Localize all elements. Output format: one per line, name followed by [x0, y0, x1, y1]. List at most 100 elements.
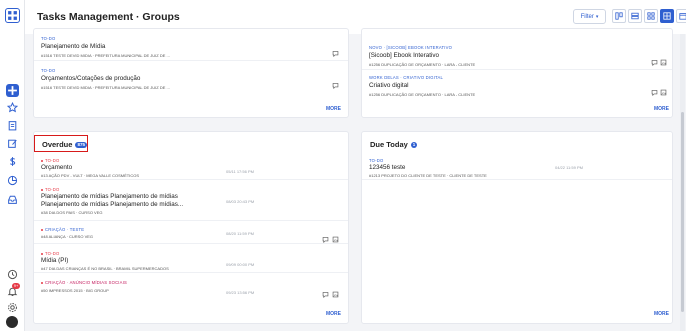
task-item[interactable]: TO-DO 123456 teste #1213 PROJETO DO CLIE…	[362, 155, 672, 180]
task-name: Planejamento de Mídia	[41, 43, 106, 50]
chevron-down-icon: ▾	[595, 13, 599, 20]
tag-text: CRIAÇÃO · ANÚNCIO MÍDIAS SOCIAIS	[45, 280, 128, 285]
more-link[interactable]: MORE	[326, 311, 341, 317]
comment-icon[interactable]	[322, 285, 329, 299]
task-project: #50 IMPRESSOS 2015 · BIG GROUP	[41, 288, 109, 293]
left-rail: 9+	[0, 0, 25, 331]
task-item[interactable]: TO-DO Planejamento de mídias Planejament…	[34, 184, 348, 221]
more-link[interactable]: MORE	[654, 106, 669, 112]
avatar[interactable]	[6, 316, 18, 328]
star-icon[interactable]	[6, 101, 19, 114]
overdue-dot	[41, 159, 43, 162]
overdue-dot	[41, 252, 43, 255]
due-date: 05/11 17:56 PM	[226, 169, 254, 174]
due-date: 09/09 00:00 PM	[226, 262, 255, 267]
task-status-tag: TO-DO	[41, 251, 59, 256]
task-name: Orçamentos/Cotações de produção	[41, 75, 141, 82]
tag-text: TO-DO	[45, 251, 60, 256]
task-project: #1256 DUPLICAÇÃO DE ORÇAMENTO · LARA - C…	[369, 62, 476, 67]
task-item[interactable]: NOVO · [SICOOB] EBOOK INTERATIVO [Sicoob…	[362, 42, 672, 70]
task-status-tag: TO-DO	[41, 36, 56, 41]
task-status-tag: WORK DELAS · CRIATIVO DIGITAL	[369, 75, 444, 80]
due-today-count-badge: 1	[410, 142, 418, 149]
task-project: #13 AÇÃO PDV - VULT · MEGA VALLE COSMÉTI…	[41, 173, 140, 178]
kanban-view-icon[interactable]	[612, 9, 626, 23]
task-name: [Sicoob] Ebook Interativo	[369, 52, 440, 59]
task-item[interactable]: TO-DO Mídia (PI) #47 DIA DAS CRIANÇAS É …	[34, 248, 348, 273]
due-date: 08/20 11:59 PM	[226, 231, 254, 236]
comment-icon[interactable]	[332, 76, 339, 90]
more-link[interactable]: MORE	[654, 311, 669, 317]
dollar-icon[interactable]	[6, 155, 19, 168]
overdue-dot	[41, 188, 43, 191]
due-date: 09/23 13:56 PM	[226, 290, 255, 295]
comment-icon[interactable]	[651, 53, 658, 67]
filter-label: Filter	[580, 13, 594, 20]
notification-badge: 9+	[12, 283, 20, 289]
app-logo-icon[interactable]	[5, 8, 20, 23]
chart-icon[interactable]	[6, 174, 19, 187]
task-project: #1256 DUPLICAÇÃO DE ORÇAMENTO · LARA - C…	[369, 92, 476, 97]
scrollbar-thumb[interactable]	[681, 112, 684, 312]
task-name: Orçamento	[41, 164, 73, 171]
task-item[interactable]: TO-DO Orçamentos/Cotações de produção #1…	[34, 65, 348, 93]
task-item[interactable]: WORK DELAS · CRIATIVO DIGITAL Criativo d…	[362, 72, 672, 100]
due-today-title: Due Today	[370, 140, 408, 149]
more-link[interactable]: MORE	[326, 106, 341, 112]
panel-top-left: TO-DO Planejamento de Mídia #1516 TESTE …	[33, 28, 349, 118]
panel-due-today: Due Today 1 TO-DO 123456 teste #1213 PROJ…	[361, 131, 673, 324]
comment-icon[interactable]	[651, 83, 658, 97]
overdue-dot	[41, 281, 43, 284]
panel-title: Due Today 1	[370, 140, 418, 149]
task-name: Planejamento de mídias Planejamento de m…	[41, 193, 178, 200]
comment-icon[interactable]	[322, 230, 329, 244]
list-view-icon[interactable]	[628, 9, 642, 23]
task-status-tag: NOVO · [SICOOB] EBOOK INTERATIVO	[369, 45, 453, 50]
task-project: #48 ALIANÇA · CURSO VEG	[41, 234, 94, 239]
tasks-icon[interactable]	[6, 119, 19, 132]
task-project: #47 DIA DAS CRIANÇAS É NO BRASIL · BRAMI…	[41, 266, 169, 271]
task-status-tag: CRIAÇÃO · ANÚNCIO MÍDIAS SOCIAIS	[41, 280, 127, 285]
page-title: Tasks Management · Groups	[37, 11, 180, 23]
task-name: Criativo digital	[369, 82, 409, 89]
task-name-line-2: Planejamento de mídias Planejamento de m…	[41, 201, 184, 208]
tag-text: TO-DO	[45, 158, 60, 163]
task-status-tag: CRIAÇÃO · TESTE	[41, 227, 84, 232]
add-icon[interactable]	[6, 84, 19, 97]
task-project: #1213 PROJETO DO CLIENTE DE TESTE · CLIE…	[369, 173, 487, 178]
attachment-icon[interactable]	[332, 230, 339, 243]
task-project: #38 DIA DOS PAIS · CURSO VEG	[41, 210, 103, 215]
groups-view-icon[interactable]	[660, 9, 674, 23]
task-name: Mídia (PI)	[41, 257, 69, 264]
comment-icon[interactable]	[332, 44, 339, 58]
settings-icon[interactable]	[6, 301, 19, 314]
inbox-icon[interactable]	[6, 193, 19, 206]
attachment-icon[interactable]	[660, 53, 667, 66]
attachment-icon[interactable]	[660, 83, 667, 96]
calendar-view-icon[interactable]	[676, 9, 686, 23]
task-status-tag: TO-DO	[41, 158, 59, 163]
due-date: 08/03 20:43 PM	[226, 199, 255, 204]
task-item[interactable]: CRIAÇÃO · TESTE #48 ALIANÇA · CURSO VEG …	[34, 224, 348, 244]
tag-text: CRIAÇÃO · TESTE	[45, 227, 85, 232]
grid-view-icon[interactable]	[644, 9, 658, 23]
tag-text: TO-DO	[45, 187, 60, 192]
view-switcher	[612, 9, 686, 23]
task-status-tag: TO-DO	[369, 158, 384, 163]
task-status-tag: TO-DO	[41, 68, 56, 73]
task-project: #1516 TESTE DEVID MIDIA · PREFEITURA MUN…	[41, 53, 170, 58]
edit-icon[interactable]	[6, 137, 19, 150]
due-date: 04/22 11:59 PM	[555, 165, 583, 170]
task-project: #1516 TESTE DEVID MIDIA · PREFEITURA MUN…	[41, 85, 170, 90]
overdue-dot	[41, 228, 43, 231]
task-name: 123456 teste	[369, 164, 406, 171]
filter-button[interactable]: Filter ▾	[573, 9, 606, 24]
clock-icon[interactable]	[6, 268, 19, 281]
task-item[interactable]: TO-DO Orçamento #13 AÇÃO PDV - VULT · ME…	[34, 155, 348, 180]
panel-top-right: NOVO · [SICOOB] EBOOK INTERATIVO [Sicoob…	[361, 28, 673, 118]
task-status-tag: TO-DO	[41, 187, 59, 192]
task-item[interactable]: CRIAÇÃO · ANÚNCIO MÍDIAS SOCIAIS #50 IMP…	[34, 277, 348, 299]
task-item[interactable]: TO-DO Planejamento de Mídia #1516 TESTE …	[34, 33, 348, 61]
overdue-highlight-box	[34, 135, 88, 152]
attachment-icon[interactable]	[332, 285, 339, 298]
